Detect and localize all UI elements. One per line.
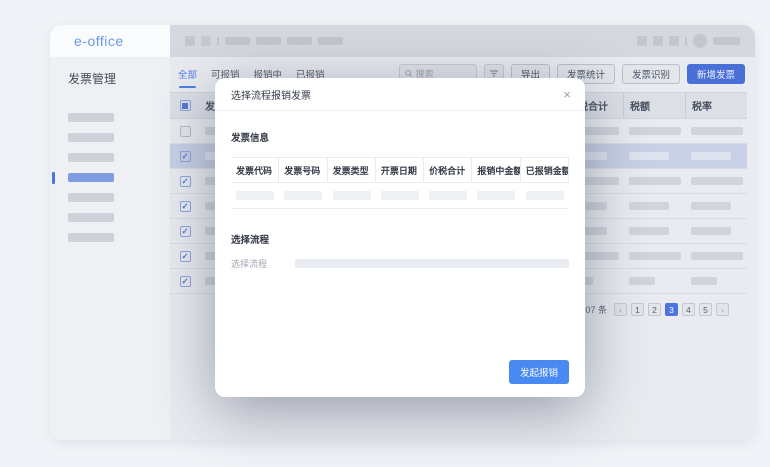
logo: e-office (50, 25, 170, 57)
row-checkbox[interactable] (180, 176, 191, 187)
nav-skeleton-item (256, 37, 281, 45)
modal-col-invoice-date: 开票日期 (376, 158, 424, 182)
page-title: 发票管理 (68, 70, 170, 87)
pagination-page-4[interactable]: 4 (682, 303, 695, 316)
row-checkbox[interactable] (180, 226, 191, 237)
avatar (693, 34, 707, 48)
add-invoice-button[interactable]: 新增发票 (687, 64, 745, 84)
modal-col-invoice-number: 发票号码 (279, 158, 327, 182)
sidebar-item[interactable] (68, 133, 114, 142)
pagination-prev-button[interactable]: ‹ (614, 303, 627, 316)
pagination-page-1[interactable]: 1 (631, 303, 644, 316)
column-header-tax-amount: 税额 (623, 93, 685, 118)
nav-skeleton-item (287, 37, 312, 45)
tab-all[interactable]: 全部 (178, 67, 197, 81)
modal-col-in-reimbursement-amount: 报销中金额 (472, 158, 520, 182)
modal-table-header-row: 发票代码 发票号码 发票类型 开票日期 价税合计 报销中金额 已报销金额 (231, 158, 569, 183)
modal-invoice-table: 发票代码 发票号码 发票类型 开票日期 价税合计 报销中金额 已报销金额 (231, 157, 569, 209)
row-checkbox[interactable] (180, 126, 191, 137)
select-flow-modal: 选择流程报销发票 × 发票信息 发票代码 发票号码 发票类型 开票日期 价税合计… (215, 78, 585, 397)
sidebar: 发票管理 (50, 57, 170, 440)
nav-skeleton-icon (201, 36, 211, 46)
select-all-checkbox[interactable] (180, 100, 191, 111)
row-checkbox[interactable] (180, 251, 191, 262)
nav-skeleton-icon (653, 36, 663, 46)
modal-col-invoice-code: 发票代码 (231, 158, 279, 182)
sidebar-item[interactable] (68, 113, 114, 122)
modal-header: 选择流程报销发票 × (215, 78, 585, 111)
sidebar-item-active[interactable] (68, 173, 114, 182)
search-icon (405, 69, 413, 78)
flow-select-input[interactable] (295, 259, 569, 268)
navbar-content (170, 25, 755, 57)
nav-skeleton-divider (217, 37, 219, 46)
nav-skeleton-icon (185, 36, 195, 46)
modal-title: 选择流程报销发票 (231, 87, 311, 102)
sidebar-menu (50, 113, 170, 242)
sidebar-item[interactable] (68, 153, 114, 162)
sidebar-item[interactable] (68, 193, 114, 202)
filter-icon (489, 69, 499, 78)
modal-table-row (231, 183, 569, 209)
modal-col-invoice-type: 发票类型 (328, 158, 376, 182)
modal-footer: 发起报销 (215, 360, 585, 397)
flow-select-label: 选择流程 (231, 257, 295, 270)
nav-skeleton-item (318, 37, 343, 45)
search-input[interactable] (416, 69, 471, 79)
pagination-page-3-active[interactable]: 3 (665, 303, 678, 316)
sidebar-item[interactable] (68, 213, 114, 222)
nav-skeleton-divider (685, 37, 687, 46)
nav-skeleton-username (713, 37, 740, 45)
row-checkbox[interactable] (180, 151, 191, 162)
sidebar-item[interactable] (68, 233, 114, 242)
section-select-flow: 选择流程 (231, 232, 569, 246)
pagination-page-5[interactable]: 5 (699, 303, 712, 316)
invoice-recognize-button[interactable]: 发票识别 (622, 64, 680, 84)
pagination-next-button[interactable]: › (716, 303, 729, 316)
modal-col-reimbursed-amount: 已报销金额 (521, 158, 569, 182)
close-icon[interactable]: × (563, 88, 571, 101)
top-navbar: e-office (50, 25, 755, 57)
submit-reimbursement-button[interactable]: 发起报销 (509, 360, 569, 384)
nav-skeleton-item (225, 37, 250, 45)
flow-select-row: 选择流程 (231, 257, 569, 270)
nav-skeleton-icon (637, 36, 647, 46)
nav-skeleton-icon (669, 36, 679, 46)
row-checkbox[interactable] (180, 276, 191, 287)
row-checkbox[interactable] (180, 201, 191, 212)
modal-body: 发票信息 发票代码 发票号码 发票类型 开票日期 价税合计 报销中金额 已报销金… (215, 111, 585, 360)
pagination-page-2[interactable]: 2 (648, 303, 661, 316)
modal-col-total: 价税合计 (424, 158, 472, 182)
column-header-tax-rate: 税率 (685, 93, 747, 118)
section-invoice-info: 发票信息 (231, 130, 569, 144)
